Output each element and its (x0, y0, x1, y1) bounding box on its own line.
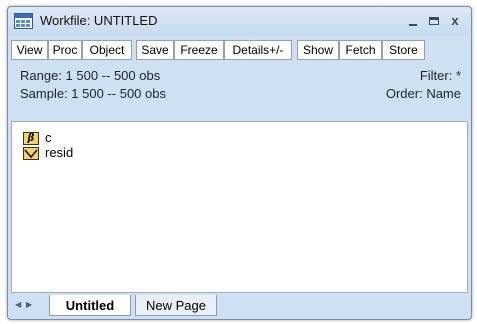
coefficient-vector-icon: β (23, 131, 39, 145)
list-item[interactable]: β c (23, 131, 52, 145)
page-tab-bar: ◀ ▶ Untitled New Page (11, 295, 468, 317)
title-bar[interactable]: Workfile: UNTITLED x (8, 7, 471, 36)
close-button[interactable]: x (446, 12, 464, 30)
workfile-window: Workfile: UNTITLED x View Proc Object Sa… (7, 6, 472, 320)
tab-new-page[interactable]: New Page (135, 295, 217, 316)
details-button[interactable]: Details+/- (224, 40, 292, 60)
order-text[interactable]: Order: Name (386, 86, 461, 101)
view-button[interactable]: View (11, 40, 48, 60)
series-icon (23, 146, 39, 160)
freeze-button[interactable]: Freeze (174, 40, 224, 60)
object-button[interactable]: Object (82, 40, 132, 60)
workfile-info-panel: Range: 1 500 -- 500 obs Filter: * Sample… (8, 64, 471, 120)
workfile-toolbar: View Proc Object Save Freeze Details+/- … (11, 37, 470, 62)
save-button[interactable]: Save (136, 40, 174, 60)
tab-scroll-left-icon[interactable]: ◀ (15, 300, 21, 309)
sample-text[interactable]: Sample: 1 500 -- 500 obs (20, 86, 166, 101)
minimize-button[interactable] (404, 12, 422, 30)
list-item[interactable]: resid (23, 146, 73, 160)
maximize-button[interactable] (425, 12, 443, 30)
tab-untitled[interactable]: Untitled (49, 295, 131, 316)
fetch-button[interactable]: Fetch (339, 40, 382, 60)
object-list: β c resid (11, 121, 468, 293)
workfile-icon (14, 13, 33, 29)
minimize-icon (409, 24, 417, 26)
tab-scroll-right-icon[interactable]: ▶ (26, 300, 32, 309)
store-button[interactable]: Store (382, 40, 425, 60)
object-name: resid (45, 145, 74, 160)
close-icon: x (451, 13, 459, 28)
show-button[interactable]: Show (297, 40, 339, 60)
proc-button[interactable]: Proc (48, 40, 82, 60)
range-text[interactable]: Range: 1 500 -- 500 obs (20, 68, 160, 83)
filter-text[interactable]: Filter: * (420, 68, 461, 83)
maximize-icon (429, 17, 439, 25)
object-name: c (45, 130, 52, 145)
window-title: Workfile: UNTITLED (40, 13, 158, 28)
